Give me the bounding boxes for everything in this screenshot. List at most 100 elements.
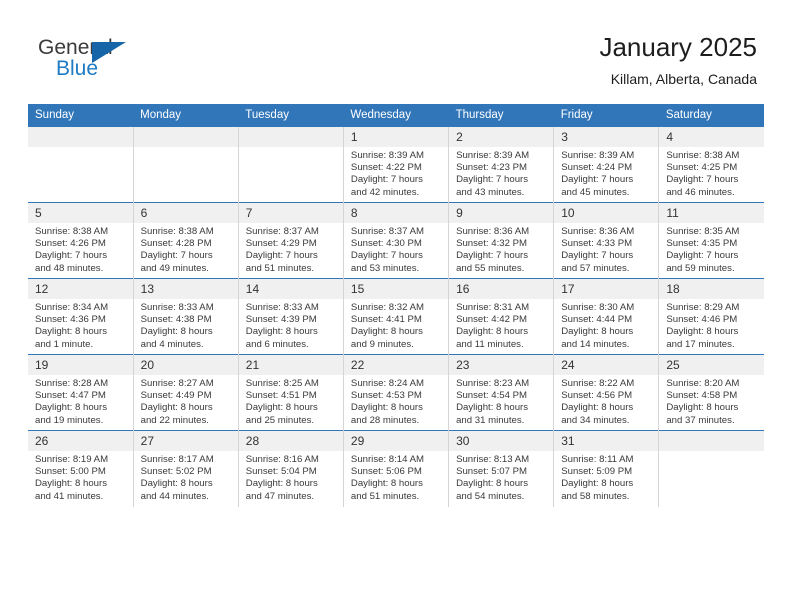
daylight-text: and 37 minutes. <box>666 414 735 426</box>
day-number: 11 <box>659 203 764 223</box>
calendar-day-cell[interactable]: 31 Sunrise: 8:11 AM Sunset: 5:09 PM Dayligh… <box>553 430 659 507</box>
day-detail-lines: Sunrise: 8:37 AM Sunset: 4:29 PM Daylight:… <box>239 223 343 275</box>
calendar-day-cell[interactable]: 17 Sunrise: 8:30 AM Sunset: 4:44 PM Dayligh… <box>553 278 659 355</box>
calendar-day-cell[interactable]: 15 Sunrise: 8:32 AM Sunset: 4:41 PM Dayligh… <box>342 278 449 355</box>
day-number: 17 <box>554 279 659 299</box>
calendar-day-cell[interactable]: 26 Sunrise: 8:19 AM Sunset: 5:00 PM Dayligh… <box>28 430 134 507</box>
daylight-text: and 9 minutes. <box>350 338 414 350</box>
sunset-text: Sunset: 4:25 PM <box>666 162 738 174</box>
daylight-text: Daylight: 8 hours <box>561 326 634 338</box>
day-number: 19 <box>28 355 133 375</box>
calendar-day-cell[interactable]: 24 Sunrise: 8:22 AM Sunset: 4:56 PM Dayligh… <box>553 354 659 431</box>
day-number: 6 <box>133 203 238 223</box>
day-detail-lines: Sunrise: 8:28 AM Sunset: 4:47 PM Daylight:… <box>28 375 133 427</box>
daylight-text: Daylight: 8 hours <box>350 478 423 490</box>
daylight-text: Daylight: 8 hours <box>456 402 529 414</box>
day-detail-lines: Sunrise: 8:11 AM Sunset: 5:09 PM Daylight:… <box>554 451 658 503</box>
page-title: January 2025 <box>599 32 757 62</box>
calendar-day-cell[interactable]: 7 Sunrise: 8:37 AM Sunset: 4:29 PM Daylight… <box>237 202 344 279</box>
calendar-week-row: 1 Sunrise: 8:39 AM Sunset: 4:22 PM Daylight… <box>28 126 764 203</box>
calendar-day-cell[interactable]: 21 Sunrise: 8:25 AM Sunset: 4:51 PM Dayligh… <box>237 354 344 431</box>
calendar-day-cell[interactable]: 20 Sunrise: 8:27 AM Sunset: 4:49 PM Dayligh… <box>132 354 239 431</box>
sunrise-text: Sunrise: 8:38 AM <box>666 150 740 161</box>
weekday-header-wednesday: Wednesday <box>343 104 449 127</box>
day-detail-lines: Sunrise: 8:29 AM Sunset: 4:46 PM Daylight:… <box>659 299 764 351</box>
calendar-day-cell[interactable]: 29 Sunrise: 8:14 AM Sunset: 5:06 PM Dayligh… <box>342 430 449 507</box>
calendar-day-cell[interactable]: 2 Sunrise: 8:39 AM Sunset: 4:23 PM Daylight… <box>448 126 554 203</box>
calendar-day-cell[interactable]: 28 Sunrise: 8:16 AM Sunset: 5:04 PM Dayligh… <box>237 430 344 507</box>
calendar-day-cell[interactable]: 16 Sunrise: 8:31 AM Sunset: 4:42 PM Dayligh… <box>448 278 554 355</box>
sunrise-text: Sunrise: 8:37 AM <box>350 226 424 237</box>
daylight-text: Daylight: 7 hours <box>350 174 423 186</box>
title-block: January 2025 Killam, Alberta, Canada <box>599 30 757 89</box>
sunrise-text: Sunrise: 8:34 AM <box>35 302 109 313</box>
daylight-text: and 49 minutes. <box>140 262 209 274</box>
daylight-text: Daylight: 8 hours <box>666 326 739 338</box>
sunrise-text: Sunrise: 8:20 AM <box>666 378 740 389</box>
calendar-day-cell-empty <box>658 430 764 507</box>
calendar-day-cell[interactable]: 11 Sunrise: 8:35 AM Sunset: 4:35 PM Dayligh… <box>658 202 764 279</box>
day-detail-lines <box>659 451 764 454</box>
day-detail-lines: Sunrise: 8:35 AM Sunset: 4:35 PM Daylight:… <box>659 223 764 275</box>
calendar-page: General Blue January 2025 Killam, Albert… <box>0 0 792 612</box>
calendar-day-cell[interactable]: 14 Sunrise: 8:33 AM Sunset: 4:39 PM Dayligh… <box>237 278 344 355</box>
calendar-day-cell[interactable]: 4 Sunrise: 8:38 AM Sunset: 4:25 PM Daylight… <box>658 126 764 203</box>
sunrise-text: Sunrise: 8:39 AM <box>456 150 530 161</box>
calendar-day-cell[interactable]: 13 Sunrise: 8:33 AM Sunset: 4:38 PM Dayligh… <box>132 278 239 355</box>
day-number <box>659 431 764 451</box>
daylight-text: Daylight: 8 hours <box>350 326 423 338</box>
day-number: 2 <box>449 127 554 147</box>
calendar-day-cell[interactable]: 18 Sunrise: 8:29 AM Sunset: 4:46 PM Dayligh… <box>658 278 764 355</box>
day-detail-lines: Sunrise: 8:33 AM Sunset: 4:38 PM Daylight:… <box>134 299 238 351</box>
day-number: 3 <box>554 127 659 147</box>
sunset-text: Sunset: 4:51 PM <box>245 390 317 402</box>
calendar-day-cell[interactable]: 8 Sunrise: 8:37 AM Sunset: 4:30 PM Daylight… <box>342 202 449 279</box>
general-blue-logo: General Blue <box>38 36 148 84</box>
sunrise-text: Sunrise: 8:24 AM <box>350 378 424 389</box>
daylight-text: and 42 minutes. <box>350 186 420 198</box>
logo-text-blue: Blue <box>56 57 99 80</box>
sunrise-text: Sunrise: 8:35 AM <box>666 226 740 237</box>
daylight-text: Daylight: 8 hours <box>561 478 634 490</box>
calendar-day-cell[interactable]: 10 Sunrise: 8:36 AM Sunset: 4:33 PM Dayligh… <box>553 202 659 279</box>
sunset-text: Sunset: 4:39 PM <box>245 314 317 326</box>
sunrise-text: Sunrise: 8:33 AM <box>140 302 214 313</box>
daylight-text: Daylight: 8 hours <box>350 402 423 414</box>
day-detail-lines: Sunrise: 8:38 AM Sunset: 4:26 PM Daylight:… <box>28 223 133 275</box>
day-detail-lines <box>134 147 238 150</box>
daylight-text: and 19 minutes. <box>35 414 104 426</box>
calendar-day-cell[interactable]: 9 Sunrise: 8:36 AM Sunset: 4:32 PM Daylight… <box>448 202 554 279</box>
calendar-day-cell[interactable]: 3 Sunrise: 8:39 AM Sunset: 4:24 PM Daylight… <box>553 126 659 203</box>
daylight-text: and 55 minutes. <box>456 262 525 274</box>
daylight-text: and 51 minutes. <box>245 262 315 274</box>
calendar-day-cell[interactable]: 1 Sunrise: 8:39 AM Sunset: 4:22 PM Daylight… <box>342 126 449 203</box>
sunset-text: Sunset: 4:30 PM <box>350 238 422 250</box>
daylight-text: Daylight: 7 hours <box>456 250 529 262</box>
calendar-day-cell[interactable]: 25 Sunrise: 8:20 AM Sunset: 4:58 PM Dayligh… <box>658 354 764 431</box>
day-number <box>133 127 238 147</box>
sunrise-text: Sunrise: 8:27 AM <box>140 378 214 389</box>
day-number: 7 <box>238 203 343 223</box>
daylight-text: Daylight: 7 hours <box>561 250 634 262</box>
day-detail-lines: Sunrise: 8:34 AM Sunset: 4:36 PM Daylight:… <box>28 299 133 351</box>
calendar-day-cell[interactable]: 22 Sunrise: 8:24 AM Sunset: 4:53 PM Dayligh… <box>342 354 449 431</box>
calendar-day-cell[interactable]: 19 Sunrise: 8:28 AM Sunset: 4:47 PM Dayligh… <box>28 354 134 431</box>
daylight-text: and 34 minutes. <box>561 414 630 426</box>
daylight-text: Daylight: 7 hours <box>666 174 739 186</box>
sunset-text: Sunset: 4:23 PM <box>456 162 527 174</box>
day-detail-lines: Sunrise: 8:24 AM Sunset: 4:53 PM Daylight:… <box>344 375 448 427</box>
day-detail-lines: Sunrise: 8:39 AM Sunset: 4:23 PM Daylight:… <box>449 147 553 199</box>
sunset-text: Sunset: 4:53 PM <box>350 390 422 402</box>
calendar-day-cell[interactable]: 30 Sunrise: 8:13 AM Sunset: 5:07 PM Dayligh… <box>448 430 554 507</box>
daylight-text: Daylight: 7 hours <box>350 250 423 262</box>
sunrise-text: Sunrise: 8:17 AM <box>140 454 214 465</box>
calendar-day-cell[interactable]: 12 Sunrise: 8:34 AM Sunset: 4:36 PM Dayligh… <box>28 278 134 355</box>
daylight-text: Daylight: 8 hours <box>35 478 107 490</box>
sunset-text: Sunset: 4:44 PM <box>561 314 633 326</box>
daylight-text: and 22 minutes. <box>140 414 209 426</box>
calendar-day-cell[interactable]: 23 Sunrise: 8:23 AM Sunset: 4:54 PM Dayligh… <box>448 354 554 431</box>
calendar-day-cell[interactable]: 6 Sunrise: 8:38 AM Sunset: 4:28 PM Daylight… <box>132 202 239 279</box>
calendar-day-cell[interactable]: 27 Sunrise: 8:17 AM Sunset: 5:02 PM Dayligh… <box>132 430 239 507</box>
sunrise-text: Sunrise: 8:37 AM <box>245 226 319 237</box>
calendar-day-cell[interactable]: 5 Sunrise: 8:38 AM Sunset: 4:26 PM Daylight… <box>28 202 134 279</box>
